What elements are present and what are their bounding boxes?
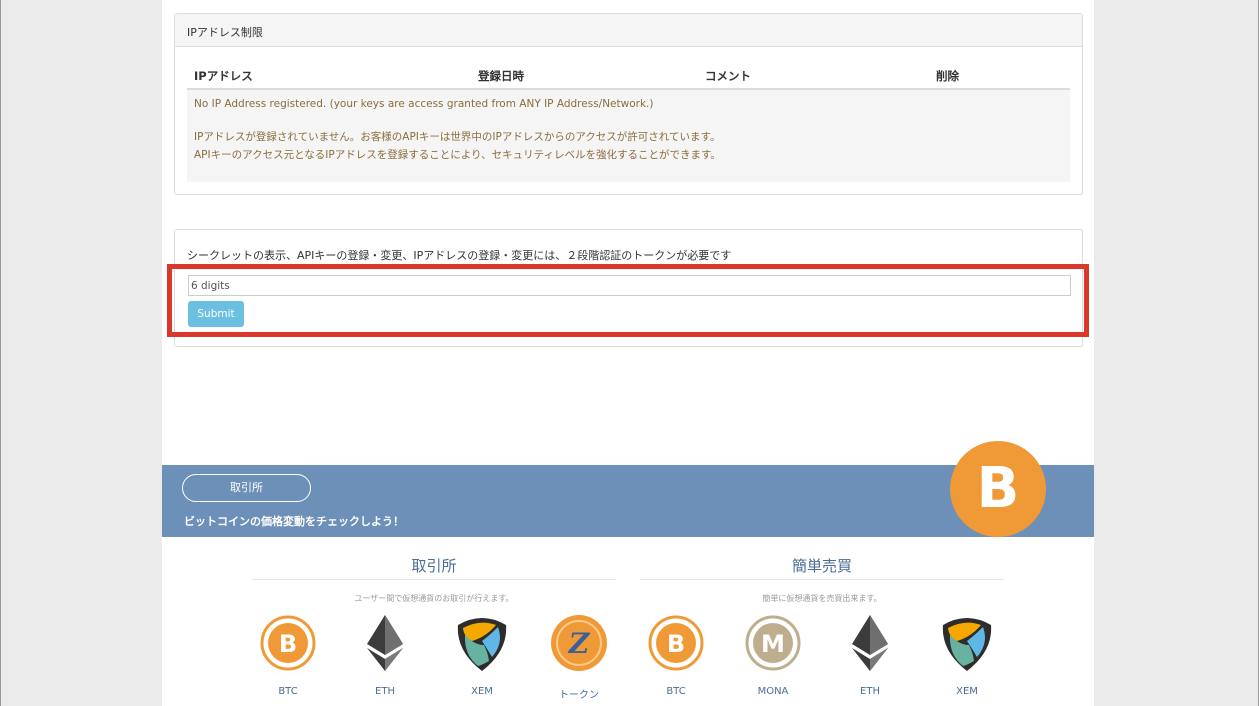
banner-text: ビットコインの価格変動をチェックしよう！ [184,515,404,528]
highlight-box [167,264,1089,337]
main-content: IPアドレス制限 IPアドレス 登録日時 コメント 削除 No IP Addre… [162,0,1094,706]
coin-label-btc[interactable]: BTC [636,686,716,697]
bitcoin-icon[interactable]: B [646,613,706,673]
simple-trade-divider [640,579,1004,580]
svg-text:M: M [761,630,785,658]
empty-message-en: No IP Address registered. (your keys are… [194,98,654,110]
ip-table-header: IPアドレス 登録日時 コメント 削除 [187,66,1070,90]
zaif-token-icon[interactable]: Z [549,613,609,673]
exchange-subtitle: ユーザー間で仮想通貨のお取引が行えます。 [354,594,514,603]
coin-label-eth[interactable]: ETH [345,686,425,697]
coin-label-token[interactable]: トークン [539,686,619,701]
svg-text:B: B [279,630,297,658]
ethereum-icon[interactable] [840,613,900,673]
col-comment: コメント [705,69,751,83]
ip-restriction-title: IPアドレス制限 [175,14,1082,47]
ip-table-empty-row: No IP Address registered. (your keys are… [187,90,1070,182]
bitcoin-icon: B [950,441,1046,537]
exchange-divider [252,579,616,580]
coin-label-btc[interactable]: BTC [248,686,328,697]
coin-label-eth[interactable]: ETH [830,686,910,697]
ethereum-icon[interactable] [355,613,415,673]
empty-message-jp-2: APIキーのアクセス元となるIPアドレスを登録することにより、セキュリティレベル… [194,149,721,161]
bitcoin-symbol: B [976,456,1020,521]
empty-message-jp-1: IPアドレスが登録されていません。お客様のAPIキーは世界中のIPアドレスからの… [194,131,721,143]
coin-label-xem[interactable]: XEM [927,686,1007,697]
simple-trade-title: 簡単売買 [791,557,852,575]
coin-label-xem[interactable]: XEM [442,686,522,697]
exchange-title: 取引所 [411,557,457,575]
col-delete: 削除 [936,69,959,83]
monacoin-icon[interactable]: M [743,613,803,673]
ip-restriction-panel: IPアドレス制限 IPアドレス 登録日時 コメント 削除 No IP Addre… [174,13,1083,195]
simple-trade-subtitle: 簡単に仮想通貨を売買出来ます。 [762,594,882,603]
right-gutter [1094,0,1258,706]
svg-text:B: B [667,630,685,658]
left-gutter [1,0,162,706]
bitcoin-icon[interactable]: B [258,613,318,673]
nem-icon[interactable] [452,613,512,673]
two-factor-hint: シークレットの表示、APIキーの登録・変更、IPアドレスの登録・変更には、２段階… [187,249,732,262]
exchange-button[interactable]: 取引所 [182,474,311,502]
col-ip-address: IPアドレス [194,69,253,83]
col-registered-at: 登録日時 [478,69,524,83]
coin-label-mona[interactable]: MONA [733,686,813,697]
nem-icon[interactable] [937,613,997,673]
svg-text:Z: Z [568,627,591,660]
